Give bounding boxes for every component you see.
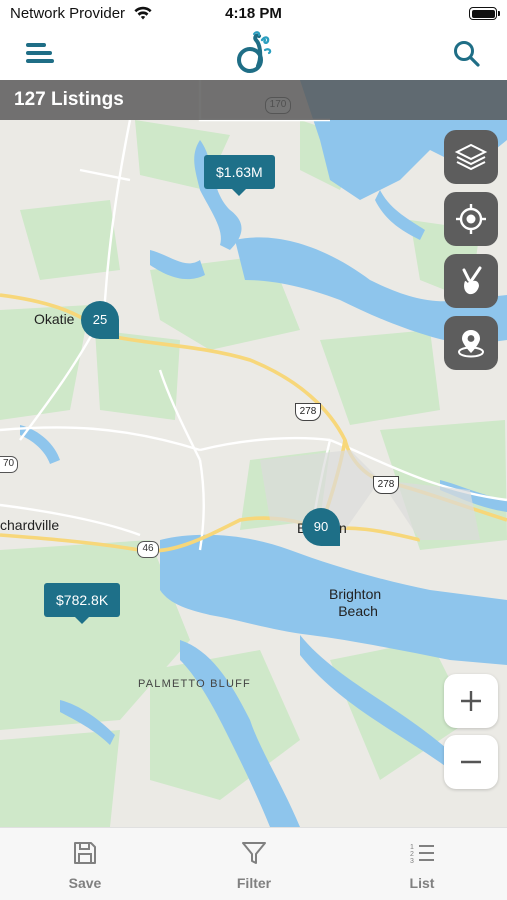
place-label-palmetto-bluff: PALMETTO BLUFF (138, 678, 251, 690)
road-shield-us278-b: 278 (373, 476, 399, 494)
brighton-line-1: Brighton (329, 586, 382, 602)
top-navigation-bar (0, 28, 507, 80)
tab-filter[interactable]: Filter (204, 828, 304, 900)
layers-button[interactable] (444, 130, 498, 184)
svg-text:3: 3 (410, 858, 414, 865)
cluster-pin[interactable]: 90 (302, 508, 340, 546)
locate-me-button[interactable] (444, 192, 498, 246)
listing-count-bar: 127 Listings (0, 80, 507, 120)
place-label-bluffton-end: n (339, 520, 347, 536)
map-view[interactable]: 170 278 278 46 70 Okatie chardville B n … (0, 80, 507, 827)
search-icon[interactable] (451, 38, 483, 70)
map-pin-icon (458, 330, 484, 358)
price-pin[interactable]: $782.8K (44, 583, 121, 624)
listing-count: 127 Listings (14, 89, 124, 110)
minus-icon (461, 760, 481, 764)
list-icon: 1 2 3 (410, 844, 434, 865)
filter-funnel-icon (242, 842, 266, 864)
place-label-hardeeville: chardville (0, 517, 60, 533)
zoom-in-button[interactable] (444, 674, 498, 728)
status-bar: Network Provider 4:18 PM (0, 0, 507, 28)
brand-logo (232, 30, 276, 76)
road-shield-us278-a: 278 (295, 403, 321, 421)
hamburger-menu-icon[interactable] (22, 40, 58, 68)
clock-time: 4:18 PM (225, 5, 282, 22)
tab-list[interactable]: 1 2 3 List (372, 828, 472, 900)
road-shield-sc46: 46 (137, 541, 159, 558)
svg-text:1: 1 (410, 844, 414, 851)
battery-icon (469, 7, 500, 20)
nearby-button[interactable] (444, 316, 498, 370)
cluster-pin[interactable]: 25 (81, 301, 119, 339)
place-label-brighton-beach: Brighton Beach (329, 586, 381, 620)
tab-list-label: List (409, 875, 435, 891)
zoom-out-button[interactable] (444, 735, 498, 789)
hand-draw-icon (462, 266, 482, 295)
layers-icon (454, 143, 488, 171)
map-base-layer (0, 80, 507, 827)
save-floppy-icon (74, 842, 96, 864)
price-pin[interactable]: $1.63M (204, 155, 275, 196)
tab-filter-label: Filter (236, 875, 272, 891)
brighton-line-2: Beach (338, 603, 378, 619)
svg-text:2: 2 (410, 851, 414, 858)
tab-save[interactable]: Save (35, 828, 135, 900)
tab-save-label: Save (68, 875, 102, 891)
bottom-tab-bar: Save Filter 1 2 3 List (0, 827, 507, 900)
place-label-okatie: Okatie (34, 311, 75, 327)
road-shield-sc170-left: 70 (0, 456, 18, 473)
draw-area-button[interactable] (444, 254, 498, 308)
plus-icon (461, 691, 481, 711)
crosshair-locate-icon (456, 204, 486, 234)
